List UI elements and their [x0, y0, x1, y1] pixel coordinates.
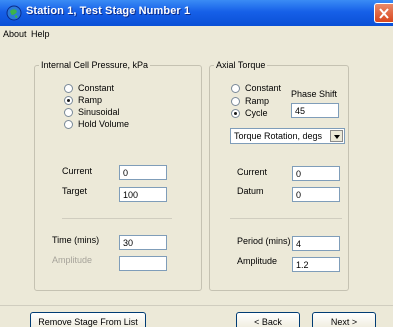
- pressure-group: Internal Cell Pressure, kPa Constant Ram…: [34, 60, 202, 291]
- radio-label: Sinusoidal: [78, 107, 120, 117]
- phase-shift-field[interactable]: 45: [291, 103, 339, 118]
- next-button[interactable]: Next >: [312, 312, 376, 327]
- radio-label: Cycle: [245, 108, 268, 118]
- period-field[interactable]: 4: [292, 236, 340, 251]
- divider: [62, 218, 172, 219]
- radio-constant[interactable]: [231, 84, 240, 93]
- pressure-current-field[interactable]: 0: [119, 165, 167, 180]
- next-label: Next >: [330, 317, 358, 327]
- radio-constant[interactable]: [64, 84, 73, 93]
- radio-label: Ramp: [245, 96, 270, 106]
- torque-group-label: Axial Torque: [214, 60, 268, 70]
- bottom-divider: [0, 305, 393, 306]
- pressure-group-label: Internal Cell Pressure, kPa: [39, 60, 151, 70]
- phase-shift-label: Phase Shift: [291, 89, 338, 99]
- torque-amplitude-field[interactable]: 1.2: [292, 257, 340, 272]
- radio-label: Hold Volume: [78, 119, 130, 129]
- close-icon: [379, 8, 389, 19]
- menu-help[interactable]: Help: [31, 29, 50, 39]
- menu-bar: About Help: [0, 26, 393, 43]
- radio-hold-volume[interactable]: [64, 120, 73, 129]
- radio-ramp[interactable]: [231, 97, 240, 106]
- station-app-icon: [6, 5, 22, 21]
- pressure-time-label: Time (mins): [52, 235, 100, 245]
- window-title: Station 1, Test Stage Number 1: [26, 5, 191, 17]
- radio-sinusoidal[interactable]: [64, 108, 73, 117]
- close-button[interactable]: [374, 3, 393, 23]
- radio-label: Constant: [78, 83, 115, 93]
- torque-current-field[interactable]: 0: [292, 166, 340, 181]
- torque-amplitude-label: Amplitude: [237, 256, 278, 266]
- period-label: Period (mins): [237, 236, 291, 246]
- back-label: < Back: [254, 317, 282, 327]
- remove-stage-label: Remove Stage From List: [38, 317, 138, 327]
- torque-current-label: Current: [237, 167, 268, 177]
- units-select-value: Torque Rotation, degs: [234, 131, 323, 141]
- menu-about[interactable]: About: [3, 29, 27, 39]
- pressure-current-label: Current: [62, 166, 93, 176]
- torque-datum-field[interactable]: 0: [292, 187, 340, 202]
- pressure-time-field[interactable]: 30: [119, 235, 167, 250]
- units-select[interactable]: Torque Rotation, degs: [230, 128, 345, 144]
- torque-group: Axial Torque Constant Ramp Cycle Phase S…: [209, 60, 349, 291]
- chevron-down-icon[interactable]: [330, 130, 343, 142]
- pressure-target-label: Target: [62, 186, 88, 196]
- radio-label: Ramp: [78, 95, 103, 105]
- divider: [230, 218, 342, 219]
- radio-cycle-selected[interactable]: [231, 109, 240, 118]
- back-button[interactable]: < Back: [236, 312, 300, 327]
- title-bar[interactable]: Station 1, Test Stage Number 1: [0, 0, 393, 26]
- pressure-amplitude-field[interactable]: [119, 256, 167, 271]
- pressure-amplitude-label: Amplitude: [52, 255, 93, 265]
- pressure-target-field[interactable]: 100: [119, 187, 167, 202]
- radio-label: Constant: [245, 83, 282, 93]
- remove-stage-button[interactable]: Remove Stage From List: [30, 312, 146, 327]
- radio-ramp-selected[interactable]: [64, 96, 73, 105]
- dialog-window: Station 1, Test Stage Number 1 About Hel…: [0, 0, 393, 327]
- torque-datum-label: Datum: [237, 186, 264, 196]
